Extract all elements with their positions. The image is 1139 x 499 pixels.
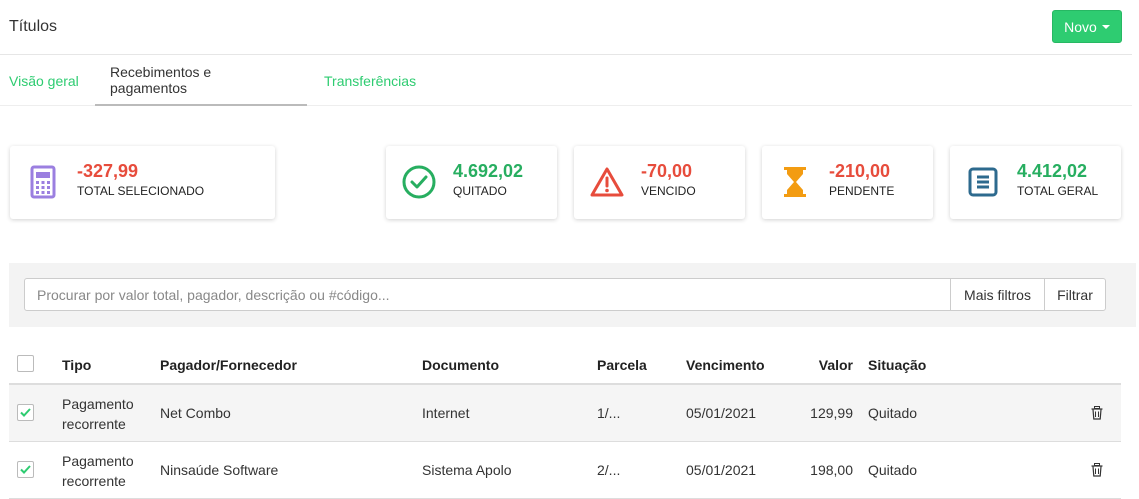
tab-transfers[interactable]: Transferências [324,56,416,106]
cell-valor: 129,99 [810,405,853,421]
cell-tipo-line1: Pagamento [62,453,134,469]
cell-situacao: Quitado [868,405,918,421]
paid-value: 4.692,02 [453,161,524,181]
summary-card-pending: -210,00 PENDENTE [762,146,933,219]
check-circle-icon [402,164,436,200]
pending-value: -210,00 [829,161,891,181]
cell-tipo-line2: recorrente [62,473,126,489]
cell-tipo-line2: recorrente [62,416,126,432]
row-checkbox[interactable] [17,404,34,421]
more-filters-button[interactable]: Mais filtros [950,278,1045,311]
trash-icon[interactable] [1091,463,1103,477]
search-panel: Mais filtros Filtrar [9,263,1136,327]
cell-vencimento: 05/01/2021 [686,405,757,421]
tab-bar: Visão geral Recebimentos e pagamentos Tr… [0,56,1132,106]
search-input[interactable] [24,278,951,311]
tab-overview[interactable]: Visão geral [9,56,79,106]
cell-documento: Sistema Apolo [422,462,512,478]
tab-receipts-payments[interactable]: Recebimentos e pagamentos [95,56,307,106]
column-header-documento[interactable]: Documento [422,357,499,373]
column-header-parcela[interactable]: Parcela [597,357,647,373]
column-header-situacao[interactable]: Situação [868,357,926,373]
warning-triangle-icon [590,164,624,200]
cell-parcela: 1/... [597,405,621,421]
overdue-value: -70,00 [641,161,693,181]
overdue-label: VENCIDO [641,184,696,198]
cell-situacao: Quitado [868,462,918,478]
row-checkbox[interactable] [17,461,34,478]
page-title: Títulos [9,18,58,35]
column-header-pagador[interactable]: Pagador/Fornecedor [160,357,297,373]
cell-pagador: Ninsaúde Software [160,462,279,478]
select-all-checkbox[interactable] [17,355,34,372]
selected-total-value: -327,99 [77,161,139,181]
summary-card-selected: -327,99 TOTAL SELECIONADO [10,146,275,219]
table-header: Tipo Pagador/Fornecedor Documento Parcel… [9,344,1121,385]
summary-card-paid: 4.692,02 QUITADO [386,146,557,219]
cell-tipo: Pagamento recorrente [62,451,134,491]
cell-tipo-line1: Pagamento [62,396,134,412]
page-header: Títulos Novo [0,0,1132,55]
hourglass-icon [778,164,812,200]
column-header-vencimento[interactable]: Vencimento [686,357,765,373]
column-header-valor[interactable]: Valor [799,357,853,373]
selected-total-label: TOTAL SELECIONADO [77,184,205,198]
grand-total-value: 4.412,02 [1017,161,1088,181]
grand-total-label: TOTAL GERAL [1017,184,1099,198]
cell-vencimento: 05/01/2021 [686,462,757,478]
column-header-tipo[interactable]: Tipo [62,357,91,373]
caret-down-icon [1101,24,1110,29]
checkmark-icon [20,465,31,474]
trash-icon[interactable] [1091,406,1103,420]
new-button[interactable]: Novo [1052,10,1122,43]
table-row[interactable]: Pagamento recorrente Ninsaúde Software S… [9,442,1121,499]
summary-card-overdue: -70,00 VENCIDO [574,146,745,219]
cell-valor: 198,00 [810,462,853,478]
pending-label: PENDENTE [829,184,895,198]
checkmark-icon [20,408,31,417]
cell-pagador: Net Combo [160,405,231,421]
calculator-icon [26,164,60,200]
list-square-icon [966,164,1000,200]
paid-label: QUITADO [453,184,507,198]
cell-parcela: 2/... [597,462,621,478]
filter-button[interactable]: Filtrar [1044,278,1106,311]
cell-tipo: Pagamento recorrente [62,394,134,434]
table-row[interactable]: Pagamento recorrente Net Combo Internet … [9,385,1121,442]
new-button-label: Novo [1064,18,1097,35]
summary-card-grand-total: 4.412,02 TOTAL GERAL [950,146,1121,219]
cell-documento: Internet [422,405,470,421]
